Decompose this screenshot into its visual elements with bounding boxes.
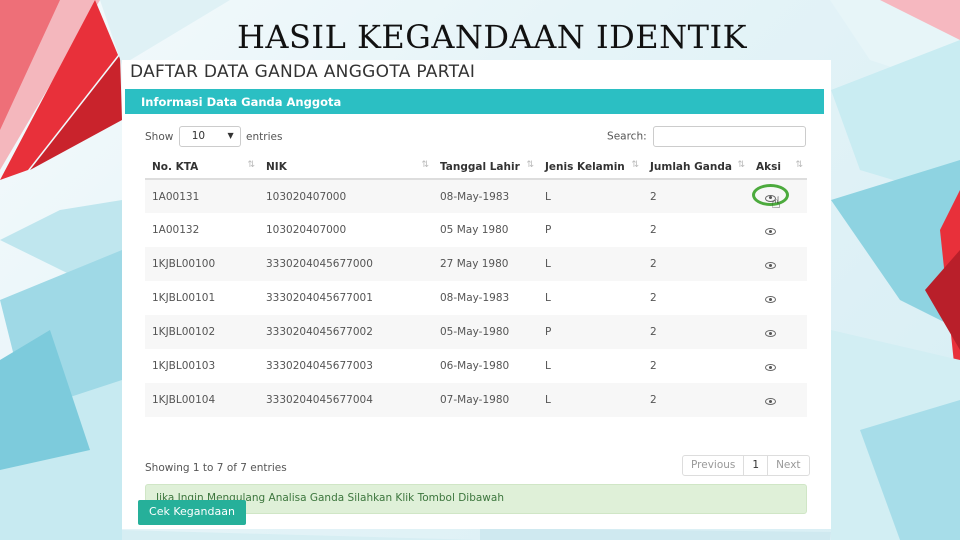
cell-jenis-kelamin: L <box>545 360 551 372</box>
cell-tanggal-lahir: 06-May-1980 <box>440 360 510 372</box>
cell-aksi <box>749 383 807 417</box>
cell-nik: 103020407000 <box>259 179 433 213</box>
cell-jenis-kelamin: P <box>545 224 552 236</box>
cell-tanggal-lahir: 07-May-1980 <box>433 383 538 417</box>
eye-icon[interactable] <box>765 364 776 371</box>
cell-kta: 1KJBL00101 <box>152 292 216 304</box>
entries-select-value: 10 <box>191 130 206 142</box>
cell-kta: 1KJBL00103 <box>152 360 216 372</box>
sort-icon: ⇅ <box>247 160 255 170</box>
cell-aksi <box>749 247 807 281</box>
cell-jenis-kelamin: L <box>538 179 643 213</box>
caret-down-icon: ▼ <box>227 131 234 140</box>
cell-nik: 3330204045677000 <box>259 247 433 281</box>
cell-jumlah-ganda: 2 <box>650 360 657 372</box>
column-header-tanggal-lahir[interactable]: Tanggal Lahir ⇅ <box>433 155 538 180</box>
cell-jumlah-ganda: 2 <box>650 292 657 304</box>
eye-icon[interactable] <box>765 330 776 337</box>
cell-aksi <box>749 315 807 349</box>
entries-label: entries <box>246 130 283 143</box>
cell-aksi <box>749 281 807 315</box>
pagination: Previous 1 Next <box>682 455 810 476</box>
eye-icon[interactable] <box>765 398 776 405</box>
cek-kegandaan-button[interactable]: Cek Kegandaan <box>138 500 246 525</box>
cell-tanggal-lahir: 08-May-1983 <box>440 292 510 304</box>
table-row: 1KJBL00104 3330204045677004 07-May-1980 … <box>145 383 807 417</box>
column-header-jenis-kelamin[interactable]: Jenis Kelamin ⇅ <box>538 155 643 180</box>
cell-aksi <box>749 349 807 383</box>
cell-kta: 1A00131 <box>145 179 259 213</box>
cell-aksi <box>749 213 807 247</box>
card-title: Informasi Data Ganda Anggota <box>125 89 824 114</box>
sort-icon: ⇅ <box>795 160 803 170</box>
cell-nik: 3330204045677001 <box>266 292 373 304</box>
page-heading: DAFTAR DATA GANDA ANGGOTA PARTAI <box>130 62 476 82</box>
cell-tanggal-lahir: 05 May 1980 <box>440 224 509 236</box>
cell-tanggal-lahir: 27 May 1980 <box>433 247 538 281</box>
cell-jumlah-ganda: 2 <box>643 179 749 213</box>
page-1-button[interactable]: 1 <box>744 456 769 475</box>
content-panel: DAFTAR DATA GANDA ANGGOTA PARTAI Informa… <box>122 60 831 529</box>
show-label: Show <box>145 130 174 143</box>
table-row: 1KJBL00103 3330204045677003 06-May-1980 … <box>145 349 807 383</box>
cell-jumlah-ganda: 2 <box>643 247 749 281</box>
cell-jumlah-ganda: 2 <box>643 383 749 417</box>
column-header-jumlah-ganda[interactable]: Jumlah Ganda ⇅ <box>643 155 749 180</box>
entries-select[interactable]: 10 ▼ <box>178 126 241 147</box>
sort-icon: ⇅ <box>421 160 429 170</box>
column-header-nik[interactable]: NIK ⇅ <box>259 155 433 180</box>
cell-jenis-kelamin: L <box>538 383 643 417</box>
hand-cursor-icon: ☝ <box>771 192 781 212</box>
previous-button[interactable]: Previous <box>683 456 745 475</box>
cell-aksi: ☝ <box>749 179 807 213</box>
table-info: Showing 1 to 7 of 7 entries <box>145 462 287 474</box>
cell-nik: 103020407000 <box>266 224 347 236</box>
cell-kta: 1KJBL00104 <box>145 383 259 417</box>
table-row: 1KJBL00100 3330204045677000 27 May 1980 … <box>145 247 807 281</box>
cell-tanggal-lahir: 05-May-1980 <box>433 315 538 349</box>
table-row: 1KJBL00101 3330204045677001 08-May-1983 … <box>145 281 807 315</box>
next-button[interactable]: Next <box>768 456 808 475</box>
data-card: Informasi Data Ganda Anggota Show 10 ▼ e… <box>125 89 824 514</box>
cell-nik: 3330204045677003 <box>266 360 373 372</box>
search-label: Search: <box>607 130 647 143</box>
eye-icon[interactable] <box>765 228 776 235</box>
entries-control: Show 10 ▼ entries <box>145 126 282 147</box>
cell-jumlah-ganda: 2 <box>643 315 749 349</box>
cell-jumlah-ganda: 2 <box>650 224 657 236</box>
cell-kta: 1A00132 <box>152 224 200 236</box>
cell-tanggal-lahir: 08-May-1983 <box>433 179 538 213</box>
table-row: 1A00132 103020407000 05 May 1980 P 2 <box>145 213 807 247</box>
sort-icon: ⇅ <box>631 160 639 170</box>
data-table: No. KTA ⇅ NIK ⇅ Tanggal Lahir ⇅ Jenis Kelam… <box>145 155 807 417</box>
column-header-aksi[interactable]: Aksi ⇅ <box>749 155 807 180</box>
cell-jenis-kelamin: P <box>538 315 643 349</box>
cell-jenis-kelamin: L <box>545 292 551 304</box>
cell-kta: 1KJBL00100 <box>145 247 259 281</box>
cell-nik: 3330204045677002 <box>259 315 433 349</box>
sort-icon: ⇅ <box>737 160 745 170</box>
cell-kta: 1KJBL00102 <box>145 315 259 349</box>
search-control: Search: <box>607 126 806 147</box>
cell-jenis-kelamin: L <box>538 247 643 281</box>
cell-nik: 3330204045677004 <box>259 383 433 417</box>
eye-icon[interactable] <box>765 262 776 269</box>
table-header-row: No. KTA ⇅ NIK ⇅ Tanggal Lahir ⇅ Jenis Kelam… <box>145 155 807 180</box>
sort-icon: ⇅ <box>526 160 534 170</box>
table-row: 1A00131 103020407000 08-May-1983 L 2 ☝ <box>145 179 807 213</box>
table-row: 1KJBL00102 3330204045677002 05-May-1980 … <box>145 315 807 349</box>
slide-title: HASIL KEGANDAAN IDENTIK <box>236 18 748 56</box>
eye-icon[interactable] <box>765 296 776 303</box>
column-header-kta[interactable]: No. KTA ⇅ <box>145 155 259 180</box>
search-input[interactable] <box>653 126 806 147</box>
